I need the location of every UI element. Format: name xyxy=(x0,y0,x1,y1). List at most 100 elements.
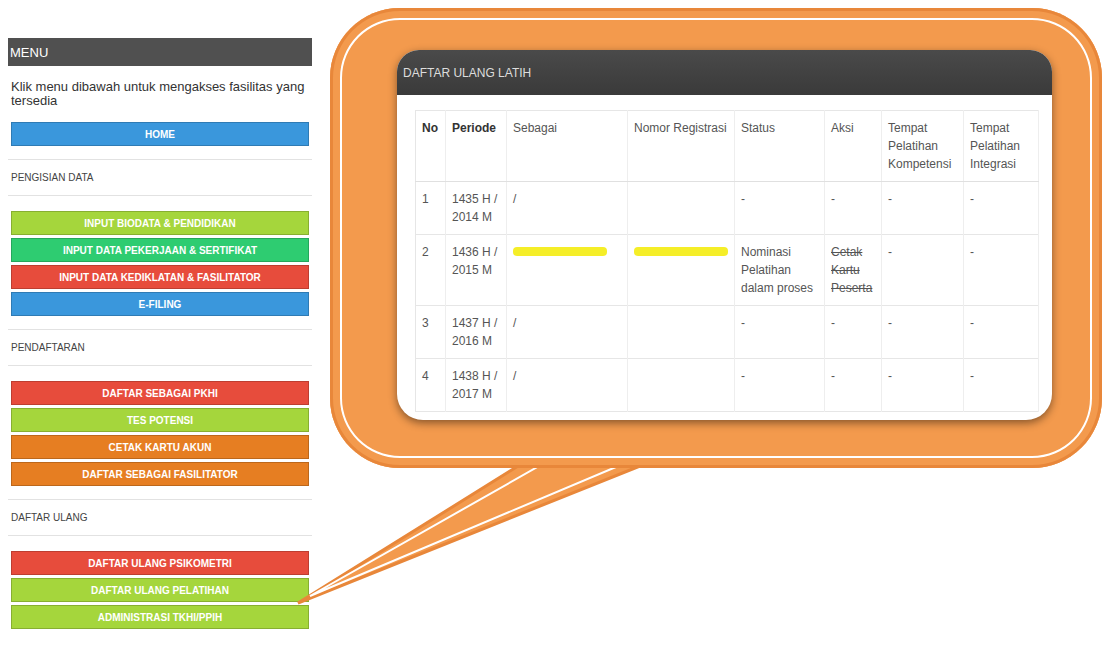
menu-group: HOME xyxy=(8,122,312,146)
column-header: Sebagai xyxy=(507,111,628,182)
menu-button[interactable]: HOME xyxy=(11,122,309,146)
table-cell: 1437 H / 2016 M xyxy=(446,306,507,359)
table-cell: 1438 H / 2017 M xyxy=(446,359,507,412)
menu-button[interactable]: INPUT DATA KEDIKLATAN & FASILITATOR xyxy=(11,265,309,289)
table: NoPeriodeSebagaiNomor RegistrasiStatusAk… xyxy=(415,110,1039,412)
table-row: 3 1437 H / 2016 M / - - - - xyxy=(416,306,1039,359)
menu-button[interactable]: TES POTENSI xyxy=(11,408,309,432)
cell-text: 2 xyxy=(422,245,429,259)
table-cell xyxy=(628,306,735,359)
table-cell: - xyxy=(964,359,1039,412)
cell-text: - xyxy=(888,192,892,206)
section-label: PENGISIAN DATA xyxy=(8,159,312,196)
cell-text: - xyxy=(831,369,835,383)
table-cell: 3 xyxy=(416,306,446,359)
table-cell: 2 xyxy=(416,235,446,306)
table-cell: 1 xyxy=(416,182,446,235)
column-header: No xyxy=(416,111,446,182)
table-cell: - xyxy=(964,182,1039,235)
table-cell: Nominasi Pelatihan dalam proses xyxy=(735,235,825,306)
cell-text: 1437 H / 2016 M xyxy=(452,316,497,348)
menu-section: DAFTAR ULANGDAFTAR ULANG PSIKOMETRIDAFTA… xyxy=(8,499,312,629)
table-cell: - xyxy=(825,306,882,359)
menu-button[interactable]: DAFTAR SEBAGAI PKHI xyxy=(11,381,309,405)
menu-button[interactable]: E-FILING xyxy=(11,292,309,316)
menu-section: PENDAFTARANDAFTAR SEBAGAI PKHITES POTENS… xyxy=(8,329,312,486)
cell-text: 3 xyxy=(422,316,429,330)
table-cell: 1435 H / 2014 M xyxy=(446,182,507,235)
menu-button[interactable]: DAFTAR ULANG PSIKOMETRI xyxy=(11,551,309,575)
cell-text: - xyxy=(888,245,892,259)
table-cell: 1436 H / 2015 M xyxy=(446,235,507,306)
cell-text: - xyxy=(888,369,892,383)
cell-text: / xyxy=(513,192,516,206)
table-cell: / xyxy=(507,182,628,235)
menu-header: MENU xyxy=(8,38,312,66)
cell-text: / xyxy=(513,369,516,383)
cell-text: - xyxy=(741,369,745,383)
table-row: 2 1436 H / 2015 M Nominasi Pelatihan dalam… xyxy=(416,235,1039,306)
table-cell: / xyxy=(507,359,628,412)
panel-header: DAFTAR ULANG LATIH xyxy=(397,50,1052,95)
menu-button[interactable]: ADMINISTRASI TKHI/PPIH xyxy=(11,605,309,629)
column-header: Tempat Pelatihan Integrasi xyxy=(964,111,1039,182)
cell-text: - xyxy=(831,192,835,206)
table-cell: 4 xyxy=(416,359,446,412)
table-cell: - xyxy=(735,306,825,359)
column-header: Tempat Pelatihan Kompetensi xyxy=(882,111,964,182)
table-cell xyxy=(507,235,628,306)
sidebar: MENU Klik menu dibawah untuk mengakses fa… xyxy=(8,0,312,629)
menu-button[interactable]: INPUT BIODATA & PENDIDIKAN xyxy=(11,211,309,235)
table-row: 1 1435 H / 2014 M / - - - - xyxy=(416,182,1039,235)
table-cell: - xyxy=(735,359,825,412)
table-cell xyxy=(628,182,735,235)
table-cell: - xyxy=(964,306,1039,359)
table-cell xyxy=(628,359,735,412)
menu-button[interactable]: INPUT DATA PEKERJAAN & SERTIFIKAT xyxy=(11,238,309,262)
callout: DAFTAR ULANG LATIH NoPeriodeSebagaiNomor … xyxy=(330,8,1102,468)
column-header: Aksi xyxy=(825,111,882,182)
cell-text: 1 xyxy=(422,192,429,206)
cell-text: / xyxy=(513,316,516,330)
cell-text: 1438 H / 2017 M xyxy=(452,369,497,401)
cell-text: Nominasi Pelatihan dalam proses xyxy=(741,245,813,295)
menu-group: DAFTAR SEBAGAI PKHI TES POTENSI CETAK KART… xyxy=(8,381,312,486)
table-cell: / xyxy=(507,306,628,359)
panel: DAFTAR ULANG LATIH NoPeriodeSebagaiNomor … xyxy=(397,50,1052,420)
cell-text: - xyxy=(970,192,974,206)
struck-link: Cetak Kartu Peserta xyxy=(831,245,872,295)
table-cell: - xyxy=(735,182,825,235)
menu-section: PENGISIAN DATA INPUT BIODATA & PENDIDIKAN… xyxy=(8,159,312,316)
table-cell: - xyxy=(882,182,964,235)
column-header: Periode xyxy=(446,111,507,182)
cell-text: 1435 H / 2014 M xyxy=(452,192,497,224)
table-header-row: NoPeriodeSebagaiNomor RegistrasiStatusAk… xyxy=(416,111,1039,182)
cell-text: - xyxy=(831,316,835,330)
menu-button[interactable]: DAFTAR SEBAGAI FASILITATOR xyxy=(11,462,309,486)
cell-text: - xyxy=(741,192,745,206)
table-row: 4 1438 H / 2017 M / - - - - xyxy=(416,359,1039,412)
menu-intro: Klik menu dibawah untuk mengakses fasili… xyxy=(8,80,312,108)
cell-text: - xyxy=(970,245,974,259)
menu-button[interactable]: DAFTAR ULANG PELATIHAN xyxy=(11,578,309,602)
menu-group: INPUT BIODATA & PENDIDIKAN INPUT DATA PEK… xyxy=(8,211,312,316)
menu-button[interactable]: CETAK KARTU AKUN xyxy=(11,435,309,459)
cell-text: - xyxy=(888,316,892,330)
page: MENU Klik menu dibawah untuk mengakses fa… xyxy=(0,0,1111,645)
table-cell: - xyxy=(825,182,882,235)
column-header: Status xyxy=(735,111,825,182)
cell-text: - xyxy=(970,369,974,383)
table-cell xyxy=(628,235,735,306)
table-wrap: NoPeriodeSebagaiNomor RegistrasiStatusAk… xyxy=(397,95,1052,412)
table-cell: - xyxy=(882,306,964,359)
section-label: DAFTAR ULANG xyxy=(8,499,312,536)
table-cell: - xyxy=(882,359,964,412)
table-cell: - xyxy=(825,359,882,412)
column-header: Nomor Registrasi xyxy=(628,111,735,182)
table-cell: Cetak Kartu Peserta xyxy=(825,235,882,306)
redaction xyxy=(513,247,607,256)
cell-text: - xyxy=(741,316,745,330)
menu-group: DAFTAR ULANG PSIKOMETRI DAFTAR ULANG PELA… xyxy=(8,551,312,629)
table-cell: - xyxy=(882,235,964,306)
cell-text: 4 xyxy=(422,369,429,383)
